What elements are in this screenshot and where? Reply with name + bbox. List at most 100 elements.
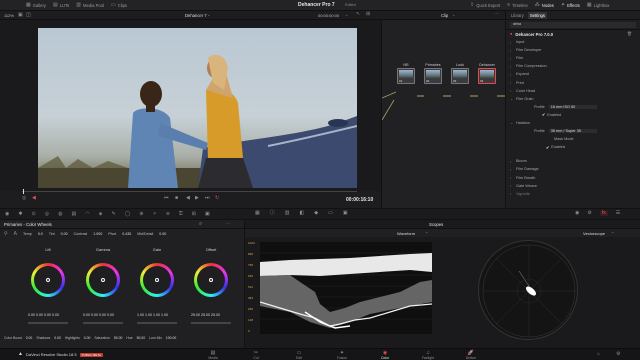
node-primaries[interactable]: Primaries 02 bbox=[424, 63, 442, 84]
reset-icon[interactable]: ↺ bbox=[199, 222, 202, 226]
chevron-down-icon[interactable]: ⌄ bbox=[345, 13, 348, 17]
fx-icon[interactable]: fx bbox=[599, 211, 608, 216]
luts-button[interactable]: ▤ LUTs bbox=[53, 2, 69, 8]
more-icon[interactable]: ⋯ bbox=[226, 222, 230, 226]
reverse-icon[interactable]: ◀ bbox=[186, 196, 190, 201]
lift-values[interactable]: 0.00 0.00 0.00 0.00 bbox=[28, 313, 59, 317]
grid-icon[interactable]: ⊞ bbox=[366, 12, 370, 17]
section-film-compression[interactable]: › Film Compression bbox=[506, 62, 640, 70]
section-print[interactable]: › Print bbox=[506, 78, 640, 86]
chevron-down-icon[interactable]: ⌄ bbox=[207, 13, 210, 17]
camera-raw-icon[interactable]: ◉ bbox=[5, 211, 9, 217]
scrubber-track[interactable] bbox=[22, 191, 357, 192]
gamma-slider[interactable] bbox=[83, 322, 123, 324]
clips-button[interactable]: ▭ Clips bbox=[111, 2, 127, 8]
color-wheels-icon[interactable]: ◎ bbox=[45, 211, 49, 217]
effects-button[interactable]: ✦ Effects bbox=[561, 3, 580, 9]
window-icon[interactable]: ◯ bbox=[125, 211, 131, 217]
mask-mode-row[interactable]: Mask Mode bbox=[506, 135, 640, 143]
node-mode[interactable]: Clip bbox=[441, 13, 448, 18]
middetail-value[interactable]: 0.00 bbox=[159, 232, 166, 236]
clip-icon[interactable]: ▭ bbox=[328, 211, 333, 216]
hdr-icon[interactable]: ⊙ bbox=[32, 211, 36, 217]
3d-icon[interactable]: ▣ bbox=[205, 211, 210, 217]
temp-value[interactable]: 0.0 bbox=[38, 232, 43, 236]
offset-wheel[interactable] bbox=[194, 263, 228, 297]
tracker-icon[interactable]: ⊕ bbox=[139, 211, 143, 217]
grain-profile-select[interactable]: 16 mm ISO 50 bbox=[548, 104, 597, 109]
chevron-down-icon[interactable]: ⌄ bbox=[452, 13, 455, 17]
split-icon[interactable]: ◫ bbox=[26, 13, 31, 18]
page-color[interactable]: ◉ Color bbox=[370, 350, 400, 360]
tab-library[interactable]: Library bbox=[511, 13, 524, 18]
stills-icon[interactable]: ▥ bbox=[285, 211, 290, 216]
section-film-breath[interactable]: › Film Breath bbox=[506, 174, 640, 182]
loop-icon[interactable]: ↻ bbox=[215, 196, 219, 201]
scopes-icon[interactable]: ▦ bbox=[255, 211, 260, 216]
saturation-value[interactable]: 50.00 bbox=[114, 336, 123, 340]
sizing-icon[interactable]: ⊞ bbox=[192, 211, 196, 217]
lut-icon[interactable]: ◧ bbox=[299, 211, 304, 216]
audio-icon[interactable]: ◀ bbox=[32, 196, 36, 201]
plugin-toggle-icon[interactable]: ● bbox=[510, 32, 512, 36]
key-icon[interactable]: ⚿ bbox=[179, 211, 183, 217]
halation-enabled-checkbox[interactable]: ✔ bbox=[546, 145, 549, 150]
skip-forward-icon[interactable]: ⏭ bbox=[205, 196, 210, 201]
chevron-down-icon[interactable]: ⌄ bbox=[425, 230, 428, 234]
section-gate-weave[interactable]: › Gate Weave bbox=[506, 182, 640, 190]
trash-icon[interactable]: 🗑 bbox=[627, 32, 632, 36]
rgb-mixer-icon[interactable]: ◍ bbox=[58, 211, 62, 217]
page-edit[interactable]: ▭ Edit bbox=[284, 350, 314, 360]
section-input[interactable]: › Input bbox=[506, 38, 640, 46]
gain-wheel[interactable] bbox=[140, 263, 174, 297]
lift-wheel[interactable] bbox=[31, 263, 65, 297]
page-media[interactable]: ▤ Media bbox=[198, 350, 228, 360]
section-vignette[interactable]: › Vignette bbox=[506, 190, 640, 198]
section-color-head[interactable]: › Color Head bbox=[506, 87, 640, 95]
tint-value[interactable]: 0.00 bbox=[61, 232, 68, 236]
info-icon[interactable]: ⓘ bbox=[270, 211, 275, 216]
section-halation[interactable]: ⌄ Halation bbox=[506, 119, 640, 127]
home-icon[interactable]: ⌂ bbox=[597, 352, 600, 357]
color-match-icon[interactable]: ✱ bbox=[18, 211, 22, 217]
section-bloom[interactable]: › Bloom bbox=[506, 157, 640, 165]
playhead[interactable] bbox=[23, 189, 24, 194]
halation-profile-select[interactable]: 35 mm / Super 35 bbox=[548, 129, 597, 134]
page-cut[interactable]: ✂ Cut bbox=[241, 350, 271, 360]
eye-icon[interactable]: ◉ bbox=[575, 211, 579, 216]
color-boost-value[interactable]: 0.00 bbox=[26, 336, 33, 340]
curves-icon[interactable]: ◠ bbox=[85, 211, 89, 217]
stop-icon[interactable]: ■ bbox=[175, 196, 178, 201]
node-nr[interactable]: NR 01 bbox=[397, 63, 415, 84]
section-film-developer[interactable]: › Film Developer bbox=[506, 46, 640, 54]
section-expand[interactable]: › Expand bbox=[506, 70, 640, 78]
sliders-icon[interactable]: ☰ bbox=[616, 211, 620, 216]
play-icon[interactable]: ▶ bbox=[195, 196, 199, 201]
node-look[interactable]: Look 03 bbox=[451, 63, 469, 84]
page-fairlight[interactable]: ♫ Fairlight bbox=[413, 350, 443, 360]
nodes-button[interactable]: ⁂ Nodes bbox=[535, 3, 554, 9]
gamma-values[interactable]: 0.00 0.00 0.00 0.00 bbox=[83, 313, 114, 317]
lightbox-button[interactable]: ▦ Lightbox bbox=[587, 3, 610, 9]
pointer-icon[interactable]: ↖ bbox=[356, 12, 360, 17]
auto-balance-icon[interactable]: A bbox=[14, 231, 17, 237]
gain-slider[interactable] bbox=[137, 322, 177, 324]
section-film-damage[interactable]: › Film Damage bbox=[506, 165, 640, 173]
clip-name[interactable]: Dehancer 7 bbox=[185, 13, 207, 18]
layout-icon[interactable]: ▣ bbox=[18, 13, 23, 18]
offset-values[interactable]: 25.00 25.00 25.00 bbox=[191, 313, 220, 317]
highlights-value[interactable]: 0.00 bbox=[84, 336, 91, 340]
lift-slider[interactable] bbox=[28, 322, 68, 324]
media-pool-button[interactable]: ▥ Media Pool bbox=[76, 2, 104, 8]
magic-mask-icon[interactable]: ✧ bbox=[153, 211, 157, 217]
skip-back-icon[interactable]: ⏮ bbox=[164, 196, 169, 201]
gain-values[interactable]: 1.00 1.00 1.00 1.00 bbox=[137, 313, 168, 317]
hue-value[interactable]: 50.00 bbox=[137, 336, 146, 340]
more-icon[interactable]: ⋯ bbox=[494, 12, 499, 17]
zoom-level[interactable]: 112% bbox=[4, 13, 14, 18]
lum-mix-value[interactable]: 100.00 bbox=[166, 336, 176, 340]
picker-icon[interactable]: ⚲ bbox=[4, 231, 8, 237]
blur-icon[interactable]: ≋ bbox=[166, 211, 170, 217]
vectorscope-label[interactable]: Vectorscope bbox=[583, 231, 605, 236]
section-film-grain[interactable]: ⌄ Film Grain bbox=[506, 95, 640, 103]
